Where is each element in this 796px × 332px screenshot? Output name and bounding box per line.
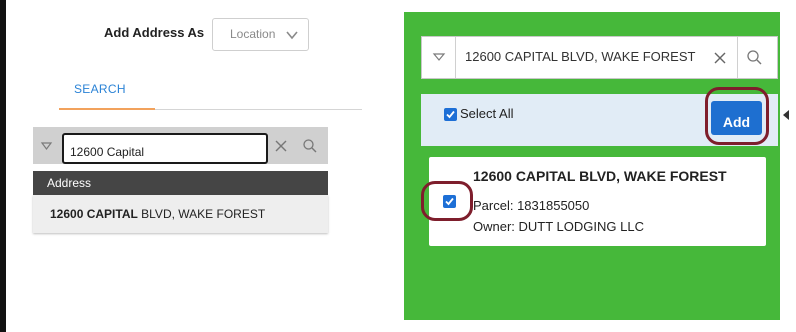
tab-divider <box>155 109 362 110</box>
suggestions-header: Address <box>33 171 328 195</box>
tab-active-indicator <box>59 108 155 110</box>
address-type-selected: Location <box>230 27 276 41</box>
chevron-down-icon <box>286 31 298 40</box>
triangle-down-icon[interactable] <box>431 50 447 64</box>
select-all-checkbox[interactable] <box>444 108 457 121</box>
divider <box>455 37 456 78</box>
search-mode-toggle[interactable] <box>33 131 60 160</box>
close-icon[interactable] <box>713 51 727 65</box>
add-button-highlight <box>705 87 769 145</box>
suggestion-item[interactable]: 12600 CAPITAL BLVD, WAKE FOREST <box>33 195 328 233</box>
address-type-select[interactable]: Location <box>212 18 309 51</box>
results-search-input[interactable]: 12600 CAPITAL BLVD, WAKE FOREST <box>465 49 707 64</box>
close-icon[interactable] <box>274 139 288 153</box>
search-icon[interactable] <box>746 49 763 66</box>
search-input[interactable] <box>62 133 268 164</box>
left-edge-bar <box>0 0 6 332</box>
tab-search[interactable]: SEARCH <box>74 82 126 96</box>
add-address-as-label: Add Address As <box>104 25 205 40</box>
caret-left-icon[interactable] <box>782 110 790 120</box>
result-checkbox-highlight <box>421 181 473 221</box>
result-owner: Owner: DUTT LODGING LLC <box>473 219 644 234</box>
suggestion-rest: BLVD, WAKE FOREST <box>137 207 266 221</box>
search-icon[interactable] <box>302 138 318 154</box>
suggestion-match: 12600 CAPITAL <box>50 207 138 221</box>
checkmark-icon <box>446 110 455 119</box>
divider <box>737 37 738 78</box>
result-parcel: Parcel: 1831855050 <box>473 198 590 213</box>
result-title: 12600 CAPITAL BLVD, WAKE FOREST <box>473 168 727 184</box>
select-all-label[interactable]: Select All <box>460 106 513 121</box>
triangle-down-icon <box>40 142 53 150</box>
